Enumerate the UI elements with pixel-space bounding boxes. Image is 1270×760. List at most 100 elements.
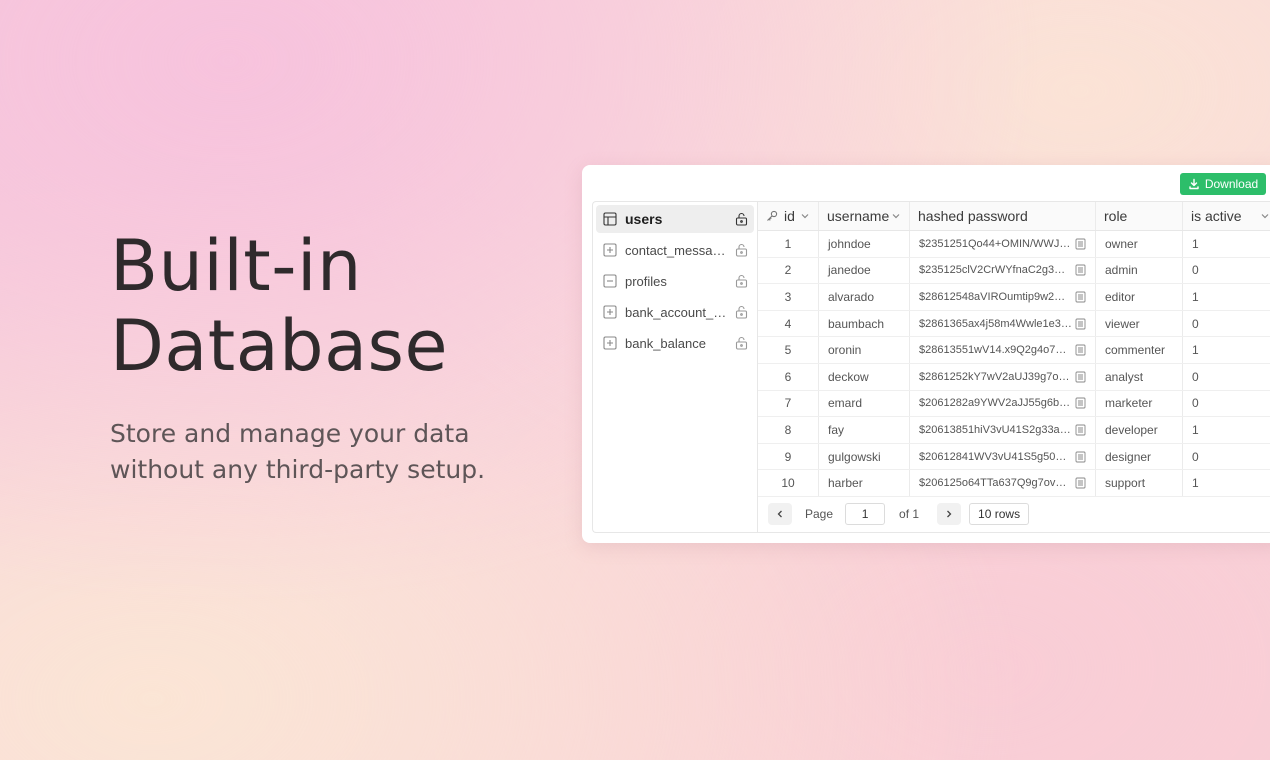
column-header-id[interactable]: id (758, 202, 819, 231)
sidebar-item-users[interactable]: users (596, 205, 754, 233)
cell-username[interactable]: baumbach (819, 310, 910, 337)
document-icon[interactable] (1075, 264, 1086, 276)
cell-hashed-password[interactable]: $20613851hiV3vU41S2g33a4n1... (910, 417, 1096, 443)
sidebar-item-label: bank_account_per... (625, 304, 731, 320)
cell-hashed-password[interactable]: $28613551wV14.x9Q2g4o7w6o2... (910, 337, 1096, 363)
download-button[interactable]: Download (1180, 173, 1266, 195)
document-icon[interactable] (1075, 371, 1086, 383)
sidebar-item-bank-account-per[interactable]: bank_account_per... (596, 298, 754, 326)
table-row[interactable]: 4 baumbach $2861365ax4j58m4Wwle1e37... view… (758, 310, 1270, 338)
cell-is-active[interactable]: 1 (1183, 337, 1270, 363)
cell-role[interactable]: commenter (1096, 337, 1183, 363)
cell-id[interactable]: 4 (758, 310, 819, 337)
cell-username[interactable]: janedoe (819, 257, 910, 284)
cell-role[interactable]: support (1096, 470, 1183, 496)
cell-is-active[interactable]: 0 (1183, 391, 1270, 417)
cell-hashed-password[interactable]: $2061282a9YWV2aJJ55g6b2n1... (910, 390, 1096, 417)
table-row[interactable]: 8 fay $20613851hiV3vU41S2g33a4n1... develop… (758, 417, 1270, 444)
cell-role[interactable]: viewer (1096, 310, 1183, 337)
cell-hashed-password[interactable]: $2351251Qo44+OMIN/WWJSREHg... (910, 231, 1096, 257)
cell-id[interactable]: 2 (758, 257, 819, 284)
cell-role[interactable]: owner (1096, 231, 1183, 257)
unlock-icon[interactable] (735, 243, 748, 257)
prev-page-button[interactable] (768, 503, 792, 526)
page-number-input[interactable] (845, 503, 886, 526)
sidebar-item-label: profiles (625, 273, 667, 289)
cell-id[interactable]: 3 (758, 284, 819, 310)
cell-id[interactable]: 6 (758, 364, 819, 390)
cell-is-active[interactable]: 1 (1183, 470, 1270, 496)
table-row[interactable]: 2 janedoe $235125clV2CrWYfnaC2g3VU... admin… (758, 257, 1270, 285)
column-header-role[interactable]: role (1096, 202, 1183, 231)
download-icon (1189, 178, 1199, 190)
cell-username[interactable]: gulgowski (819, 443, 910, 470)
sidebar-item-bank-balance[interactable]: bank_balance (596, 329, 754, 357)
cell-role[interactable]: marketer (1096, 390, 1183, 417)
document-icon[interactable] (1075, 424, 1086, 436)
cell-role[interactable]: developer (1096, 417, 1183, 443)
cell-username[interactable]: alvarado (819, 284, 910, 310)
column-header-hashed-password[interactable]: hashed password (910, 202, 1096, 231)
cell-hashed-password[interactable]: $235125clV2CrWYfnaC2g3VU... (910, 257, 1096, 284)
cell-is-active[interactable]: 0 (1183, 364, 1270, 390)
sidebar-item-profiles[interactable]: profiles (596, 267, 754, 295)
column-header-username[interactable]: username (819, 202, 910, 231)
cell-role[interactable]: editor (1096, 284, 1183, 310)
cell-username[interactable]: johndoe (819, 231, 910, 257)
document-icon[interactable] (1075, 238, 1086, 250)
document-icon[interactable] (1075, 318, 1086, 330)
cell-username[interactable]: oronin (819, 337, 910, 363)
table-plus-icon (603, 336, 617, 350)
table-plus-icon (603, 243, 617, 257)
table-row[interactable]: 5oronin$28613551wV14.x9Q2g4o7w6o2...comm… (758, 337, 1270, 364)
cell-username[interactable]: fay (819, 417, 910, 443)
cell-username[interactable]: emard (819, 390, 910, 417)
document-icon[interactable] (1075, 291, 1086, 303)
cell-hashed-password[interactable]: $20612841WV3vU41S5g502n1... (910, 443, 1096, 470)
rows-per-page-select[interactable]: 10 rows (969, 503, 1030, 526)
table-row[interactable]: 7 emard $2061282a9YWV2aJJ55g6b2n1... market… (758, 390, 1270, 418)
cell-id[interactable]: 9 (758, 443, 819, 470)
table-row[interactable]: 10 harber $206125o64TTa637Q9g7ovSl... suppo… (758, 470, 1270, 497)
chevron-down-icon (801, 214, 809, 219)
unlock-icon[interactable] (735, 212, 748, 226)
unlock-icon[interactable] (735, 336, 748, 350)
cell-is-active[interactable]: 0 (1183, 444, 1270, 470)
cell-role[interactable]: analyst (1096, 364, 1183, 390)
unlock-icon[interactable] (735, 274, 748, 288)
cell-hashed-password[interactable]: $2861252kY7wV2aUJ39g7o2o4... (910, 364, 1096, 390)
document-icon[interactable] (1075, 397, 1086, 409)
cell-hashed-password[interactable]: $2861365ax4j58m4Wwle1e37... (910, 310, 1096, 337)
cell-username[interactable]: harber (819, 470, 910, 496)
document-icon[interactable] (1075, 344, 1086, 356)
cell-is-active[interactable]: 0 (1183, 311, 1270, 337)
sidebar-item-label: bank_balance (625, 335, 706, 351)
cell-id[interactable]: 1 (758, 231, 819, 257)
cell-is-active[interactable]: 1 (1183, 417, 1270, 443)
column-header-is-active[interactable]: is active (1183, 202, 1270, 230)
cell-id[interactable]: 5 (758, 337, 819, 363)
cell-is-active[interactable]: 1 (1183, 231, 1270, 257)
cell-role[interactable]: admin (1096, 257, 1183, 284)
sidebar-item-contact-messages[interactable]: contact_messages (596, 236, 754, 264)
cell-id[interactable]: 8 (758, 417, 819, 443)
document-icon[interactable] (1075, 477, 1086, 489)
cell-hashed-password[interactable]: $206125o64TTa637Q9g7ovSl... (910, 470, 1096, 496)
table-row[interactable]: 1johndoe$2351251Qo44+OMIN/WWJSREHg...own… (758, 231, 1270, 258)
table-row[interactable]: 3 alvarado $28612548aVIROumtip9w2HQj... edi… (758, 284, 1270, 311)
table-row[interactable]: 6 deckow $2861252kY7wV2aUJ39g7o2o4... analy… (758, 364, 1270, 391)
cell-hashed-password[interactable]: $28612548aVIROumtip9w2HQj... (910, 284, 1096, 310)
cell-username[interactable]: deckow (819, 364, 910, 390)
next-page-button[interactable] (937, 503, 962, 526)
document-icon[interactable] (1075, 451, 1086, 463)
cell-role[interactable]: designer (1096, 443, 1183, 470)
chevron-right-icon (947, 511, 952, 518)
table-row[interactable]: 9 gulgowski $20612841WV3vU41S5g502n1... des… (758, 443, 1270, 471)
table-minus-icon (603, 274, 617, 288)
unlock-icon[interactable] (735, 305, 748, 319)
cell-id[interactable]: 7 (758, 390, 819, 417)
cell-is-active[interactable]: 1 (1183, 284, 1270, 310)
cell-id[interactable]: 10 (758, 470, 819, 496)
cell-is-active[interactable]: 0 (1183, 258, 1270, 284)
key-icon (767, 210, 778, 221)
